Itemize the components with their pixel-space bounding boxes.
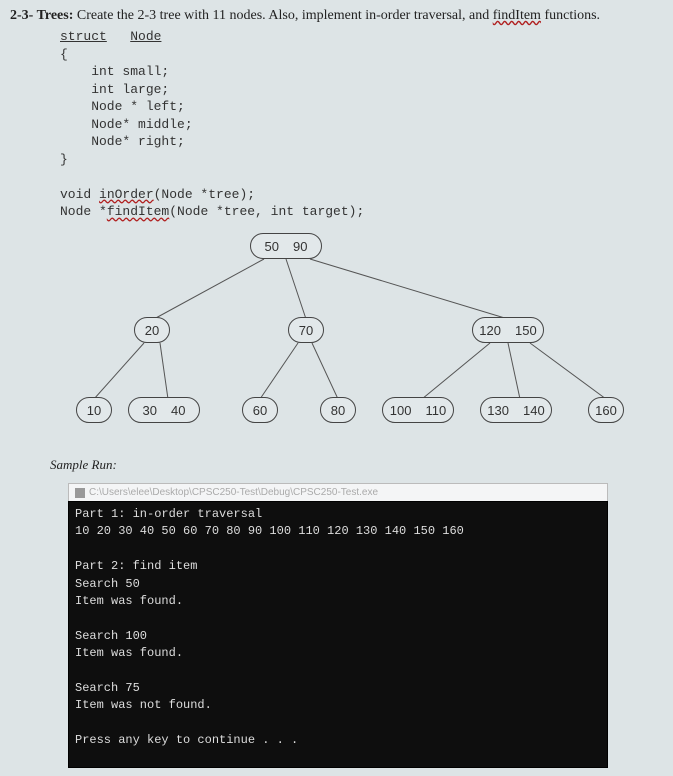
tree-node-100-110: 100 110 <box>382 397 454 423</box>
console-line: Part 1: in-order traversal <box>75 507 262 521</box>
tree-node-60: 60 <box>242 397 278 423</box>
console-line: Search 75 <box>75 681 140 695</box>
node-val: 90 <box>293 239 307 254</box>
node-val: 20 <box>145 323 159 338</box>
code-line: void <box>60 187 99 202</box>
tree-node-30-40: 30 40 <box>128 397 200 423</box>
node-val: 80 <box>331 403 345 418</box>
node-val: 100 <box>390 403 412 418</box>
node-val: 160 <box>595 403 617 418</box>
window-icon <box>75 488 85 498</box>
node-val: 110 <box>425 403 446 418</box>
code-line: (Node *tree, int target); <box>169 204 364 219</box>
node-val: 50 <box>265 239 279 254</box>
console-titlebar: C:\Users\elee\Desktop\CPSC250-Test\Debug… <box>68 483 608 501</box>
problem-statement: 2-3- Trees: Create the 2-3 tree with 11 … <box>10 8 663 24</box>
code-line: Node * left; <box>60 99 185 114</box>
sample-run-label: Sample Run: <box>50 457 663 473</box>
node-val: 150 <box>515 323 537 338</box>
problem-body-1: Create the 2-3 tree with 11 nodes. Also,… <box>73 8 492 23</box>
console-output: Part 1: in-order traversal 10 20 30 40 5… <box>68 501 608 768</box>
console-line: Press any key to continue . . . <box>75 733 298 747</box>
code-brace-open: { <box>60 47 68 62</box>
code-line: int small; <box>60 64 169 79</box>
problem-prefix: 2-3- Trees: <box>10 8 73 23</box>
node-val: 70 <box>299 323 313 338</box>
code-line: Node* middle; <box>60 117 193 132</box>
node-val: 60 <box>253 403 267 418</box>
code-finditem: findItem <box>107 204 169 219</box>
tree-node-20: 20 <box>134 317 170 343</box>
tree-node-80: 80 <box>320 397 356 423</box>
finditem-word: findItem <box>493 8 541 23</box>
node-val: 40 <box>171 403 185 418</box>
tree-diagram: 50 90 20 70 120 150 10 30 40 60 80 100 1… <box>10 231 650 451</box>
tree-root: 50 90 <box>250 233 322 259</box>
console-window: C:\Users\elee\Desktop\CPSC250-Test\Debug… <box>68 483 608 768</box>
code-kw-node: Node <box>130 29 161 44</box>
tree-node-160: 160 <box>588 397 624 423</box>
code-line: Node* right; <box>60 134 185 149</box>
tree-node-70: 70 <box>288 317 324 343</box>
console-line: Search 50 <box>75 577 140 591</box>
code-kw-struct: struct <box>60 29 107 44</box>
node-val: 10 <box>87 403 101 418</box>
console-line: Part 2: find item <box>75 559 197 573</box>
code-block: struct Node { int small; int large; Node… <box>60 28 663 221</box>
code-inorder: inOrder <box>99 187 154 202</box>
code-line: Node * <box>60 204 107 219</box>
console-line: Search 100 <box>75 629 147 643</box>
node-val: 120 <box>479 323 501 338</box>
node-val: 130 <box>487 403 509 418</box>
problem-body-2: functions. <box>541 8 600 23</box>
node-val: 30 <box>143 403 157 418</box>
console-line: Item was found. <box>75 646 183 660</box>
console-line: 10 20 30 40 50 60 70 80 90 100 110 120 1… <box>75 524 464 538</box>
code-line: int large; <box>60 82 169 97</box>
tree-node-120-150: 120 150 <box>472 317 544 343</box>
tree-node-130-140: 130 140 <box>480 397 552 423</box>
tree-node-10: 10 <box>76 397 112 423</box>
code-brace-close: } <box>60 152 68 167</box>
console-title-text: C:\Users\elee\Desktop\CPSC250-Test\Debug… <box>89 487 378 498</box>
node-val: 140 <box>523 403 545 418</box>
console-line: Item was found. <box>75 594 183 608</box>
code-line: (Node *tree); <box>154 187 255 202</box>
console-line: Item was not found. <box>75 698 212 712</box>
